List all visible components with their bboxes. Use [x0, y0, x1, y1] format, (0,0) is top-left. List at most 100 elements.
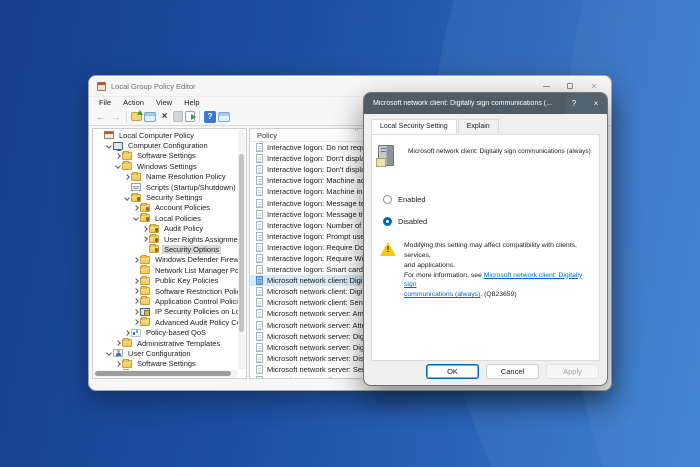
policy-info-link[interactable]: communications (always) [404, 291, 480, 298]
tree-item-label: Software Settings [135, 151, 198, 160]
tree-item[interactable]: Local Policies [94, 213, 238, 223]
tree-item[interactable]: User Rights Assignment [94, 234, 238, 244]
chevron-expanded-icon[interactable] [105, 144, 113, 148]
computer-icon [113, 142, 123, 150]
ipsec-icon [140, 308, 150, 316]
back-icon[interactable]: ← [94, 110, 107, 123]
chevron-collapsed-icon[interactable] [123, 331, 131, 335]
policy-doc-icon [256, 265, 263, 274]
dialog-titlebar: Microsoft network client: Digitally sign… [364, 93, 607, 114]
tree-item[interactable]: Policy-based QoS [94, 327, 238, 337]
chevron-expanded-icon[interactable] [105, 351, 113, 355]
tree-item[interactable]: Security Settings [94, 192, 238, 202]
scrollbar-thumb[interactable] [239, 154, 244, 332]
delete-icon[interactable]: × [158, 110, 171, 123]
chevron-collapsed-icon[interactable] [132, 258, 140, 262]
chevron-collapsed-icon[interactable] [114, 341, 122, 345]
tree-item[interactable]: Windows Defender Firewall wi [94, 255, 238, 265]
menu-view[interactable]: View [150, 98, 178, 107]
security-folder-icon [140, 214, 150, 222]
policy-column-label: Policy [257, 131, 277, 140]
chevron-collapsed-icon[interactable] [132, 299, 140, 303]
chevron-expanded-icon[interactable] [132, 216, 140, 220]
tree-item-label: Computer Configuration [126, 141, 210, 150]
chevron-collapsed-icon[interactable] [132, 310, 140, 314]
tree-item-label: Local Policies [153, 214, 203, 223]
tree-item[interactable]: Network List Manager Policies [94, 265, 238, 275]
export-icon[interactable] [185, 111, 195, 122]
security-folder-icon [149, 235, 159, 243]
close-button[interactable]: × [589, 80, 599, 92]
tree-item-label: Windows Defender Firewall wi [153, 255, 238, 264]
tree-item-label: Security Options [162, 245, 221, 254]
tree-item[interactable]: Security Options [94, 244, 238, 254]
tree-item[interactable]: Account Policies [94, 203, 238, 213]
policy-doc-icon [256, 332, 263, 341]
help-icon[interactable]: ? [204, 111, 216, 123]
tree-item[interactable]: Audit Policy [94, 224, 238, 234]
scrollbar-thumb[interactable] [95, 371, 231, 376]
cancel-button[interactable]: Cancel [486, 364, 539, 379]
tab-local-security-setting[interactable]: Local Security Setting [371, 119, 457, 134]
tree-horizontal-scrollbar[interactable] [94, 370, 237, 377]
chevron-collapsed-icon[interactable] [132, 279, 140, 283]
tree-item[interactable]: User Configuration [94, 348, 238, 358]
policy-doc-icon [256, 232, 263, 241]
enabled-option[interactable]: Enabled [383, 195, 599, 204]
console-icon[interactable] [144, 112, 156, 122]
tree-item[interactable]: Local Computer Policy [94, 130, 238, 140]
chevron-collapsed-icon[interactable] [114, 362, 122, 366]
console-icon[interactable] [218, 112, 230, 122]
tree-item-label: IP Security Policies on Local Co [153, 307, 238, 316]
window-controls: × [541, 80, 605, 92]
tree-item[interactable]: Software Restriction Policies [94, 286, 238, 296]
tree-item[interactable]: Administrative Templates [94, 338, 238, 348]
maximize-button[interactable] [565, 80, 575, 92]
policy-doc-icon [256, 176, 263, 185]
dialog-buttons: OK Cancel Apply [426, 364, 599, 379]
tree-item[interactable]: Name Resolution Policy [94, 172, 238, 182]
menu-file[interactable]: File [93, 98, 117, 107]
tree-item[interactable]: IP Security Policies on Local Co [94, 307, 238, 317]
minimize-button[interactable] [541, 80, 551, 92]
tree-item-label: Name Resolution Policy [144, 172, 228, 181]
warning-icon: ! [380, 242, 396, 256]
chevron-collapsed-icon[interactable] [132, 320, 140, 324]
tree-item[interactable]: Scripts (Startup/Shutdown) [94, 182, 238, 192]
tree-item-label: Advanced Audit Policy Configu [153, 318, 238, 327]
folder-icon [140, 297, 150, 305]
tree-item[interactable]: Windows Settings [94, 161, 238, 171]
tree-item[interactable]: Public Key Policies [94, 275, 238, 285]
chevron-expanded-icon[interactable] [114, 164, 122, 168]
chevron-collapsed-icon[interactable] [141, 237, 149, 241]
properties-icon[interactable] [173, 111, 183, 122]
dialog-help-button[interactable]: ? [563, 93, 585, 114]
disabled-radio[interactable] [383, 217, 392, 226]
policy-doc-icon [256, 343, 263, 352]
menu-action[interactable]: Action [117, 98, 150, 107]
tree-vertical-scrollbar[interactable] [238, 130, 245, 369]
tree-item[interactable]: Software Settings [94, 359, 238, 369]
tree-item[interactable]: Software Settings [94, 151, 238, 161]
chevron-collapsed-icon[interactable] [132, 289, 140, 293]
disabled-option[interactable]: Disabled [383, 217, 599, 226]
gpedit-app-icon [97, 82, 106, 91]
tab-explain[interactable]: Explain [458, 119, 499, 133]
chevron-collapsed-icon[interactable] [132, 206, 140, 210]
apply-button[interactable]: Apply [546, 364, 599, 379]
chevron-expanded-icon[interactable] [123, 196, 131, 200]
chevron-collapsed-icon[interactable] [141, 227, 149, 231]
tree-item[interactable]: Application Control Policies [94, 296, 238, 306]
ok-button[interactable]: OK [426, 364, 479, 379]
forward-icon[interactable]: → [109, 110, 122, 123]
chevron-collapsed-icon[interactable] [123, 175, 131, 179]
policy-doc-icon [256, 165, 263, 174]
console-tree: Local Computer PolicyComputer Configurat… [94, 130, 238, 370]
tree-item[interactable]: Computer Configuration [94, 140, 238, 150]
menu-help[interactable]: Help [178, 98, 205, 107]
chevron-collapsed-icon[interactable] [114, 154, 122, 158]
show-tree-icon[interactable] [131, 112, 142, 121]
enabled-radio[interactable] [383, 195, 392, 204]
tree-item[interactable]: Advanced Audit Policy Configu [94, 317, 238, 327]
dialog-close-button[interactable]: × [585, 93, 607, 114]
